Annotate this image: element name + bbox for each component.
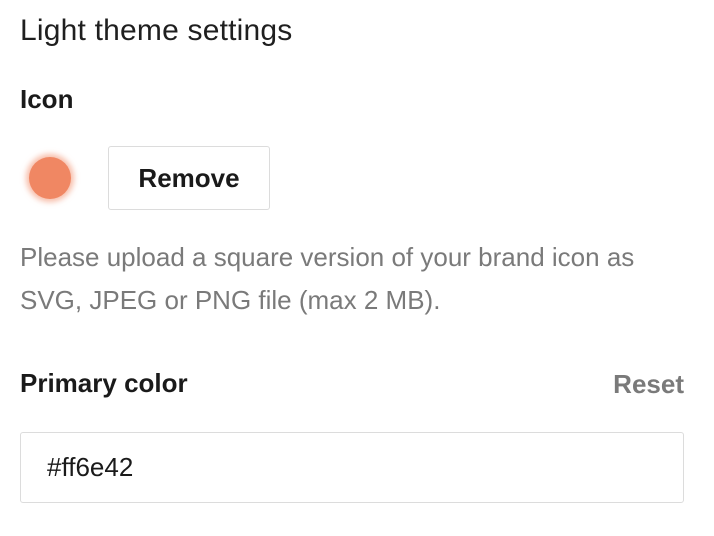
light-theme-settings-panel: Light theme settings Icon Remove Please … [0,0,714,536]
primary-color-input[interactable] [20,432,684,503]
remove-icon-button[interactable]: Remove [108,146,270,210]
icon-row: Remove [20,146,270,210]
icon-label: Icon [20,84,74,114]
brand-icon [20,148,80,208]
reset-color-link[interactable]: Reset [613,369,684,400]
section-title: Light theme settings [20,14,293,47]
icon-help-text: Please upload a square version of your b… [20,242,635,315]
primary-color-label: Primary color [20,368,188,398]
brand-icon-preview [29,157,71,199]
